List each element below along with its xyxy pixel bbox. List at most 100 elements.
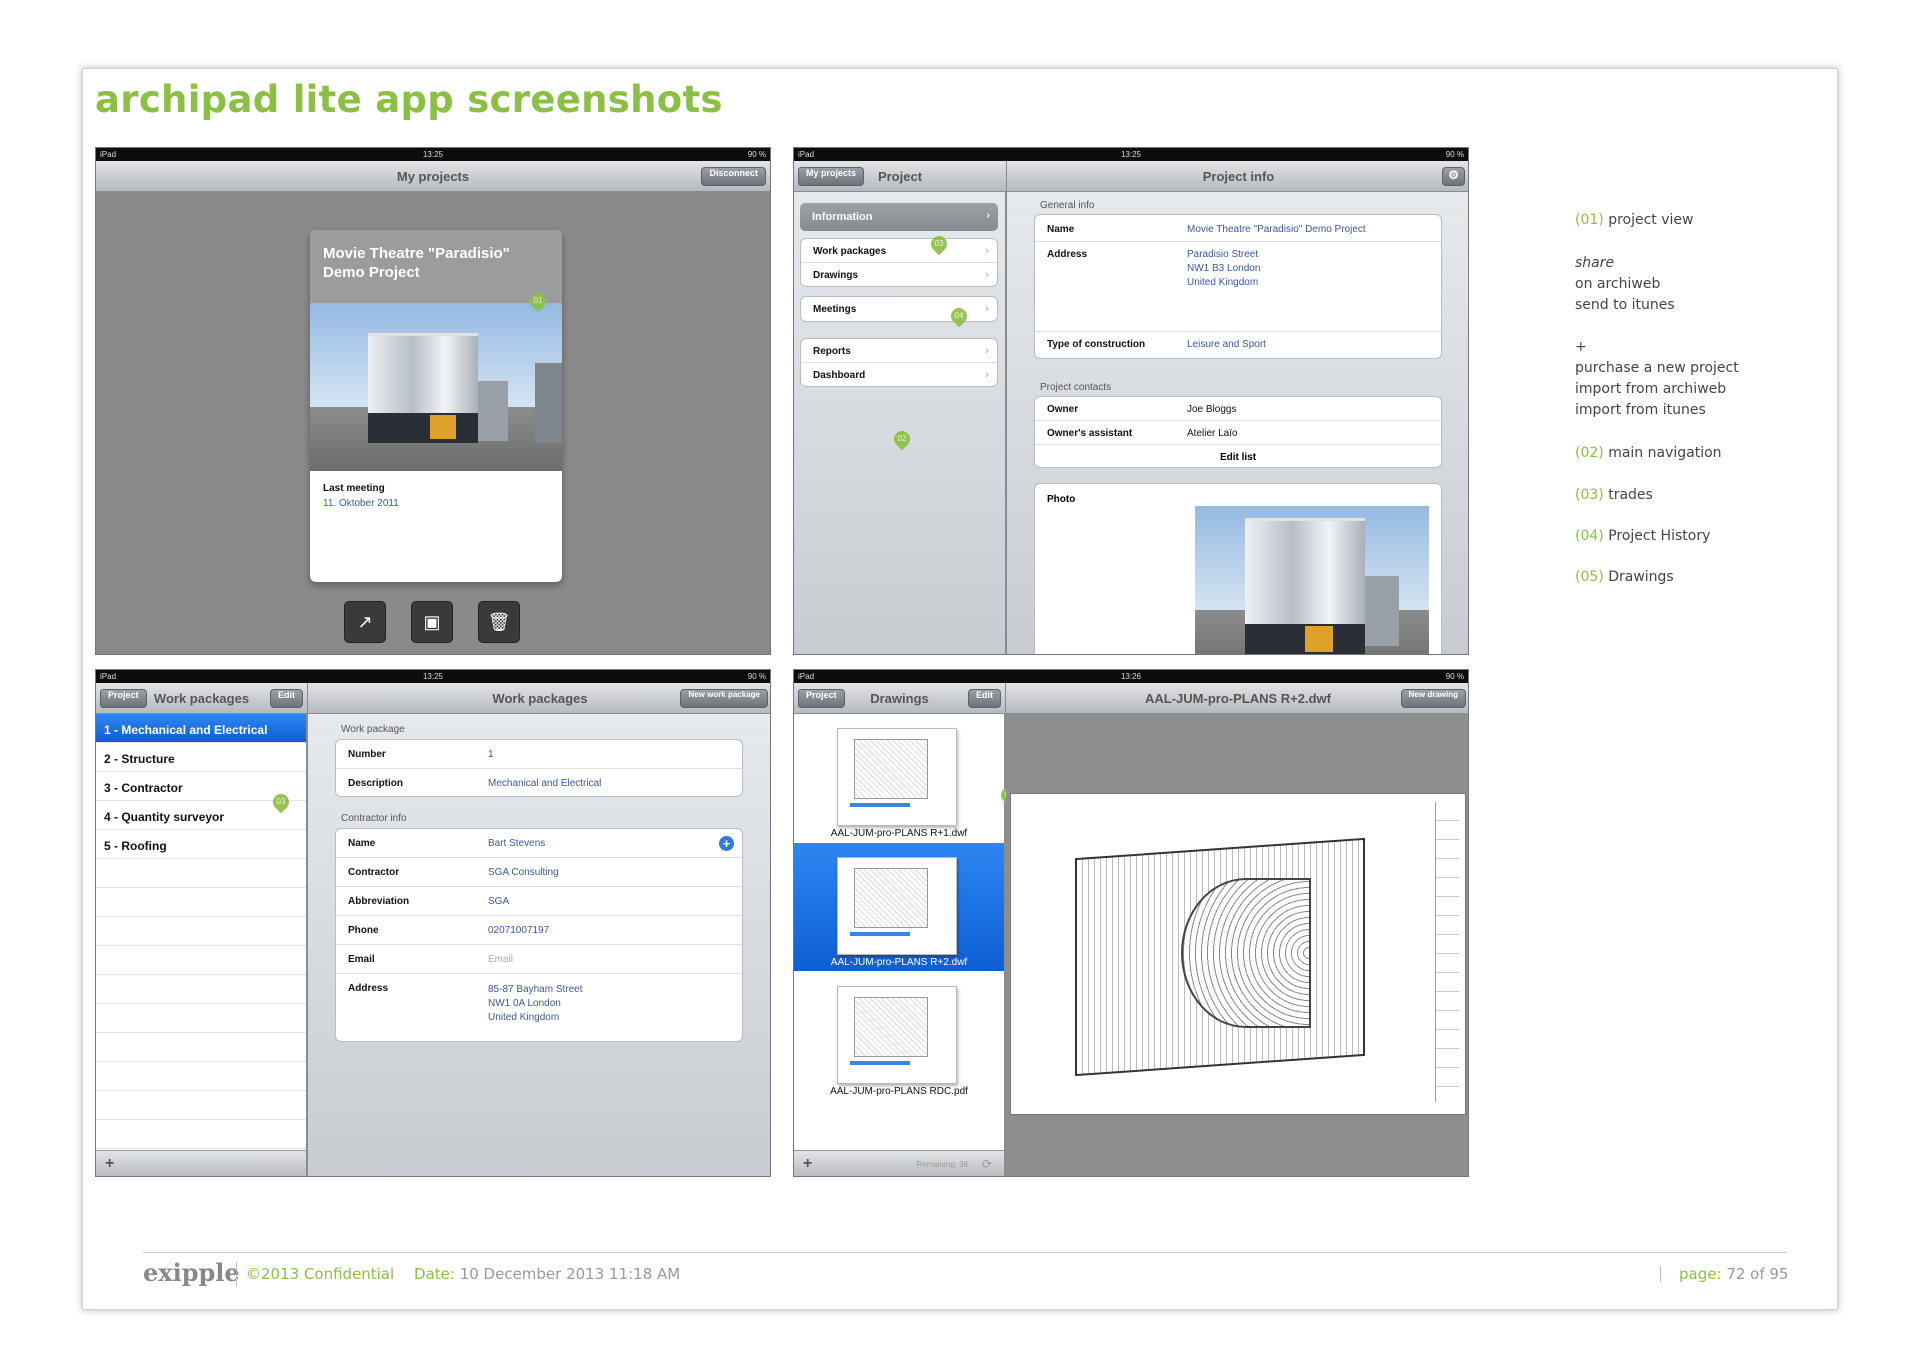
drawing-item[interactable]: AAL-JUM-pro-PLANS RDC.pdf — [794, 972, 1004, 1100]
legend-plus: + purchase a new project import from archi… — [1575, 339, 1739, 418]
sidebar-title: Work packages — [153, 691, 250, 706]
legend-01: (01) project view — [1575, 212, 1694, 228]
detail-title: Project info — [1202, 169, 1275, 184]
new-work-package-button[interactable]: New work package — [680, 689, 768, 708]
name-row[interactable]: Name Movie Theatre "Paradisio" Demo Proje… — [1035, 215, 1441, 242]
trash-icon[interactable]: 🗑 — [478, 601, 520, 643]
drawing-thumbnail — [837, 986, 957, 1084]
address-row[interactable]: Address Paradisio Street NW1 B3 London Uni… — [1035, 242, 1441, 332]
remaining-count: Remaining: 38 — [916, 1160, 968, 1169]
drawing-name: AAL-JUM-pro-PLANS R+2.dwf — [830, 957, 968, 968]
new-drawing-button[interactable]: New drawing — [1400, 689, 1466, 708]
footer-separator — [236, 1262, 237, 1286]
add-button[interactable]: + — [96, 1150, 306, 1176]
legend-03: (03) trades — [1575, 487, 1653, 503]
project-sidebar: Project My projects Information › Work pa… — [794, 161, 1006, 654]
nav-title: My projects — [396, 169, 470, 184]
project-photo[interactable] — [1195, 506, 1429, 654]
drawing-thumbnail — [837, 857, 957, 955]
project-card[interactable]: Movie Theatre "Paradisio" Demo Project L… — [310, 230, 562, 582]
status-bar: iPad 13:25 90 % — [96, 148, 770, 161]
work-package-sidebar: Work packages Project Edit 1 - Mechanica… — [96, 683, 307, 1176]
auditorium-seating — [1181, 878, 1311, 1028]
callout-pin-03: 03 — [927, 232, 951, 256]
drawings-sidebar: Drawings Project Edit AAL-JUM-pro-PLANS … — [794, 683, 1005, 1176]
gear-icon[interactable]: ⚙ — [1442, 167, 1465, 186]
nav-item-meetings[interactable]: Meetings › — [801, 297, 997, 321]
drawing-item[interactable]: AAL-JUM-pro-PLANS R+1.dwf — [794, 714, 1004, 842]
drawing-thumbnail — [837, 728, 957, 826]
title-block — [1435, 802, 1459, 1102]
drawing-title: AAL-JUM-pro-PLANS R+2.dwf — [1145, 691, 1331, 706]
description-row[interactable]: Description Mechanical and Electrical — [336, 769, 742, 796]
detail-nav-bar: Work packages New work package — [308, 683, 770, 714]
detail-nav-bar: Project info ⚙ — [1007, 161, 1468, 192]
nav-group-2: Meetings › — [800, 296, 998, 322]
list-item[interactable]: 5 - Roofing — [96, 830, 306, 859]
email-row[interactable]: Email Email — [336, 945, 742, 974]
drawing-name: AAL-JUM-pro-PLANS RDC.pdf — [830, 1086, 968, 1097]
project-back-button[interactable]: Project — [100, 689, 147, 708]
owner-row[interactable]: Owner Joe Bloggs — [1035, 397, 1441, 421]
list-item[interactable]: 1 - Mechanical and Electrical — [96, 714, 306, 743]
owners-assistant-row[interactable]: Owner's assistant Atelier Laïo — [1035, 421, 1441, 445]
screenshot-work-packages: iPad 13:25 90 % Work packages Project Edit… — [95, 669, 771, 1177]
share-icon[interactable]: ↗ — [344, 601, 386, 643]
add-button[interactable]: + — [803, 1155, 812, 1173]
detail-nav-bar: AAL-JUM-pro-PLANS R+2.dwf New drawing — [1006, 683, 1468, 714]
number-row[interactable]: Number 1 — [336, 740, 742, 769]
status-bar: iPad 13:25 90 % — [96, 670, 770, 683]
general-info-label: General info — [1040, 200, 1095, 211]
nav-item-reports[interactable]: Reports › — [801, 339, 997, 363]
sidebar-nav-bar: Drawings Project Edit — [794, 683, 1005, 714]
project-card-title: Movie Theatre "Paradisio" Demo Project — [310, 230, 562, 303]
footer-date: Date: 10 December 2013 11:18 AM — [414, 1265, 681, 1283]
callout-pin-02: 02 — [890, 427, 914, 451]
nav-item-dashboard[interactable]: Dashboard › — [801, 363, 997, 386]
contractor-address-row[interactable]: Address 85-87 Bayham Street NW1 0A London… — [336, 974, 742, 1041]
abbreviation-row[interactable]: Abbreviation SGA — [336, 887, 742, 916]
nav-item-work-packages[interactable]: Work packages › — [801, 239, 997, 263]
email-field: Email — [488, 954, 514, 965]
sidebar-title: Project — [877, 169, 923, 184]
work-package-label: Work package — [341, 724, 405, 735]
folder-icon[interactable]: ▣ — [411, 601, 453, 643]
work-package-group: Number 1 Description Mechanical and Electr… — [335, 739, 743, 797]
my-projects-back-button[interactable]: My projects — [798, 167, 865, 186]
footer-separator — [1660, 1266, 1661, 1282]
edit-button[interactable]: Edit — [968, 689, 1001, 708]
nav-item-information[interactable]: Information › — [800, 203, 998, 231]
callout-pin-04: 04 — [947, 304, 971, 328]
edit-button[interactable]: Edit — [270, 689, 303, 708]
drawing-canvas[interactable] — [1010, 793, 1466, 1115]
drawing-viewer: AAL-JUM-pro-PLANS R+2.dwf New drawing — [1006, 683, 1468, 1176]
status-bar: iPad 13:26 90 % — [794, 670, 1468, 683]
add-contact-icon[interactable]: + — [719, 836, 734, 851]
contractor-name-row[interactable]: Name Bart Stevens + — [336, 829, 742, 858]
sync-icon[interactable]: ⟳ — [982, 1157, 992, 1171]
disconnect-button[interactable]: Disconnect — [701, 167, 766, 186]
card-toolbar: ↗ ▣ 🗑 — [344, 601, 544, 643]
edit-list-button[interactable]: Edit list — [1035, 445, 1441, 467]
nav-item-drawings[interactable]: Drawings › — [801, 263, 997, 286]
phone-row[interactable]: Phone 02071007197 — [336, 916, 742, 945]
contractor-row[interactable]: Contractor SGA Consulting — [336, 858, 742, 887]
photo-label: Photo — [1047, 494, 1076, 505]
sidebar-title: Drawings — [870, 691, 929, 706]
footer-divider — [143, 1252, 1786, 1253]
screenshot-project-info: iPad 13:25 90 % Project My projects Inform… — [793, 147, 1469, 655]
project-photo — [310, 303, 562, 471]
last-meeting-date: 11. Oktober 2011 — [323, 498, 399, 509]
nav-group-3: Reports › Dashboard › — [800, 338, 998, 387]
project-back-button[interactable]: Project — [798, 689, 845, 708]
empty-rows — [96, 859, 306, 1149]
drawing-item-selected[interactable]: AAL-JUM-pro-PLANS R+2.dwf — [794, 843, 1004, 971]
sidebar-nav-bar: Project My projects — [794, 161, 1006, 192]
sidebar-nav-bar: Work packages Project Edit — [96, 683, 307, 714]
status-bar: iPad 13:25 90 % — [794, 148, 1468, 161]
confidential-note: ©2013 Confidential — [246, 1265, 395, 1283]
type-of-construction-row[interactable]: Type of construction Leisure and Sport — [1035, 332, 1441, 358]
drawings-toolbar: + Remaining: 38 ⟳ — [794, 1150, 1004, 1176]
drawing-name: AAL-JUM-pro-PLANS R+1.dwf — [830, 828, 968, 839]
list-item[interactable]: 2 - Structure — [96, 743, 306, 772]
